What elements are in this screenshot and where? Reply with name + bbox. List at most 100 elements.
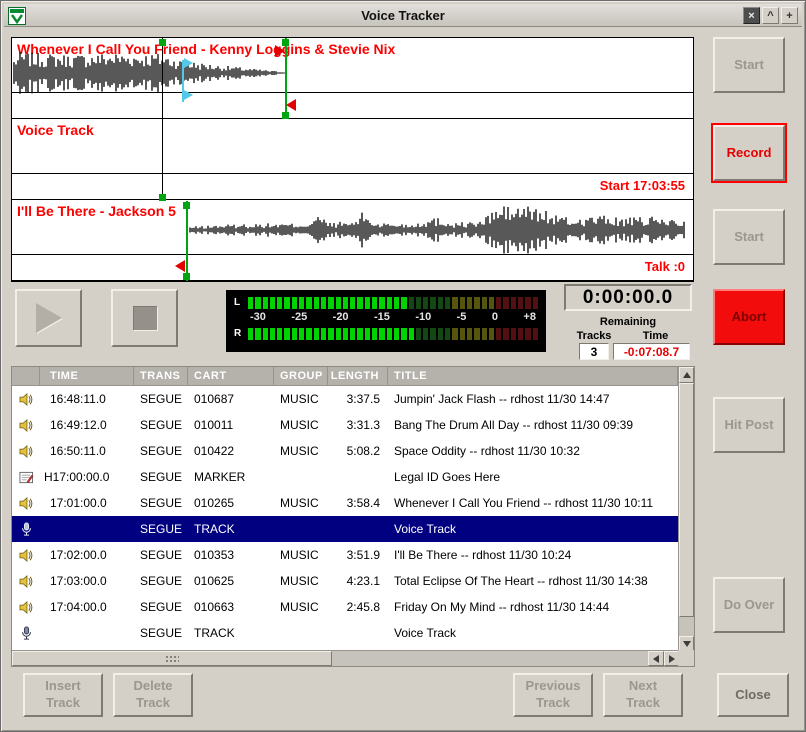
log-cell-cart: 010687	[188, 392, 274, 406]
log-cell-trans: SEGUE	[134, 496, 188, 510]
meter-segment	[430, 328, 435, 340]
meter-scale-label: -20	[333, 311, 349, 325]
meter-segment	[423, 328, 428, 340]
meter-segment	[379, 297, 384, 309]
log-header-icon-column[interactable]	[12, 367, 40, 386]
log-header-time[interactable]: TIME	[40, 367, 134, 386]
meter-segment	[489, 328, 494, 340]
previous-track-button[interactable]: Previous Track	[513, 673, 593, 717]
meter-left-segments	[248, 297, 538, 309]
meter-segment	[277, 297, 282, 309]
play-button[interactable]	[15, 289, 82, 347]
meter-segment	[525, 297, 530, 309]
meter-segment	[394, 297, 399, 309]
log-cell-cart: 010265	[188, 496, 274, 510]
meter-segment	[533, 328, 538, 340]
meter-segment	[328, 297, 333, 309]
log-cell-time: 17:04:00.0	[40, 600, 134, 614]
log-cell-length: 4:23.1	[328, 574, 388, 588]
delete-track-button[interactable]: Delete Track	[113, 673, 193, 717]
horizontal-scrollbar[interactable]	[12, 650, 680, 666]
meter-segment	[387, 328, 392, 340]
vertical-scrollbar[interactable]	[678, 367, 694, 652]
log-row[interactable]: 16:48:11.0SEGUE010687MUSIC3:37.5Jumpin' …	[12, 386, 678, 412]
meter-segment	[263, 297, 268, 309]
start-track1-button[interactable]: Start	[713, 37, 785, 93]
log-cell-trans: SEGUE	[134, 600, 188, 614]
scrollbar-corner	[678, 650, 694, 666]
scroll-left-button[interactable]	[648, 651, 664, 666]
track-1[interactable]: Whenever I Call You Friend - Kenny Loggi…	[12, 38, 693, 119]
log-cell-cart: 010011	[188, 418, 274, 432]
log-header-length[interactable]: LENGTH	[328, 367, 388, 386]
scroll-right-icon	[669, 655, 675, 663]
log-cell-cart: 010353	[188, 548, 274, 562]
log-row[interactable]: SEGUETRACKVoice Track	[12, 620, 678, 646]
remaining-panel: Remaining Tracks Time 3 -0:07:08.7	[564, 316, 692, 362]
log-cell-trans: SEGUE	[134, 574, 188, 588]
meter-scale-label: +8	[523, 311, 536, 325]
log-cell-cart: TRACK	[188, 626, 274, 640]
meter-segment	[357, 297, 362, 309]
log-header-group[interactable]: GROUP	[274, 367, 328, 386]
meter-segment	[511, 297, 516, 309]
window-close-icon[interactable]: ×	[743, 7, 760, 24]
window-shade-icon[interactable]: ^	[762, 7, 779, 24]
titlebar[interactable]: Voice Tracker × ^ +	[4, 4, 802, 27]
insert-track-button[interactable]: Insert Track	[23, 673, 103, 717]
stop-button[interactable]	[111, 289, 178, 347]
log-cell-trans: SEGUE	[134, 418, 188, 432]
log-row[interactable]: 17:04:00.0SEGUE010663MUSIC2:45.8Friday O…	[12, 594, 678, 620]
track-2-baseline	[12, 173, 693, 174]
log-cell-length: 5:08.2	[328, 444, 388, 458]
log-row[interactable]: 17:02:00.0SEGUE010353MUSIC3:51.9I'll Be …	[12, 542, 678, 568]
log-header-trans[interactable]: TRANS	[134, 367, 188, 386]
window-maximize-icon[interactable]: +	[781, 7, 798, 24]
scroll-up-button[interactable]	[679, 367, 694, 383]
log-cell-group: MUSIC	[274, 496, 328, 510]
horizontal-scroll-thumb[interactable]	[12, 651, 332, 666]
meter-segment	[438, 297, 443, 309]
hit-post-button[interactable]: Hit Post	[713, 397, 785, 453]
log-cell-title: Total Eclipse Of The Heart -- rdhost 11/…	[388, 574, 678, 588]
log-cell-title: Voice Track	[388, 626, 678, 640]
voice-tracker-window: Voice Tracker × ^ + Whenever I Call You …	[0, 0, 806, 732]
log-row[interactable]: 17:03:00.0SEGUE010625MUSIC4:23.1Total Ec…	[12, 568, 678, 594]
log-cell-cart: MARKER	[188, 470, 274, 484]
meter-segment	[496, 328, 501, 340]
next-track-button[interactable]: Next Track	[603, 673, 683, 717]
meter-segment	[460, 297, 465, 309]
waveform-panel[interactable]: Whenever I Call You Friend - Kenny Loggi…	[11, 37, 694, 282]
abort-button[interactable]: Abort	[713, 289, 785, 345]
thumb-grip-icon	[165, 655, 179, 663]
start-track3-button[interactable]: Start	[713, 209, 785, 265]
log-header-cart[interactable]: CART	[188, 367, 274, 386]
do-over-button[interactable]: Do Over	[713, 577, 785, 633]
meter-segment	[482, 297, 487, 309]
meter-segment	[343, 297, 348, 309]
meter-right-label: R	[234, 328, 248, 339]
meter-segment	[299, 297, 304, 309]
vertical-scroll-thumb[interactable]	[679, 383, 694, 617]
log-row[interactable]: SEGUETRACKVoice Track	[12, 516, 678, 542]
time-remaining-value: -0:07:08.7	[613, 343, 690, 360]
log-row[interactable]: H17:00:00.0SEGUEMARKERLegal ID Goes Here	[12, 464, 678, 490]
speaker-icon	[12, 574, 40, 589]
marker-icon	[12, 470, 40, 485]
log-row[interactable]: 16:49:12.0SEGUE010011MUSIC3:31.3Bang The…	[12, 412, 678, 438]
log-header-title[interactable]: TITLE	[388, 367, 678, 386]
log-row[interactable]: 17:01:00.0SEGUE010265MUSIC3:58.4Whenever…	[12, 490, 678, 516]
track-3[interactable]: I'll Be There - Jackson 5 Talk :0	[12, 200, 693, 281]
meter-segment	[452, 328, 457, 340]
log-row[interactable]: 16:50:11.0SEGUE010422MUSIC5:08.2Space Od…	[12, 438, 678, 464]
meter-segment	[270, 328, 275, 340]
log-cell-trans: SEGUE	[134, 522, 188, 536]
close-button[interactable]: Close	[717, 673, 789, 717]
meter-segment	[350, 328, 355, 340]
meter-left-label: L	[234, 297, 248, 308]
log-cell-title: Bang The Drum All Day -- rdhost 11/30 09…	[388, 418, 678, 432]
meter-segment	[284, 328, 289, 340]
record-button[interactable]: Record	[713, 125, 785, 181]
track-2[interactable]: Voice Track Start 17:03:55	[12, 119, 693, 200]
meter-scale: -30-25-20-15-10-50+8	[250, 311, 536, 325]
